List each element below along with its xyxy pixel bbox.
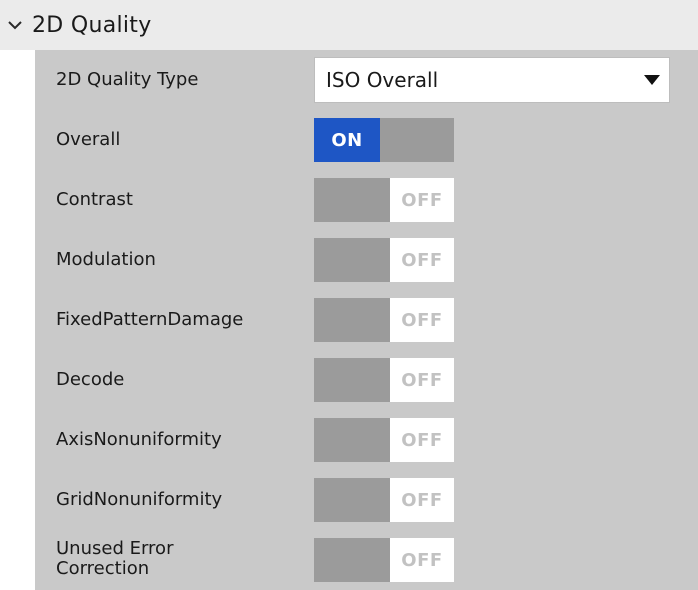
section-header-2d-quality[interactable]: 2D Quality	[0, 0, 698, 50]
decode-toggle[interactable]: OFF	[314, 358, 454, 402]
quality-settings-panel: 2D Quality Type ISO Overall Overall ON C…	[35, 50, 698, 590]
decode-label: Decode	[56, 369, 125, 390]
axis-nonuniformity-toggle[interactable]: OFF	[314, 418, 454, 462]
quality-type-label: 2D Quality Type	[56, 69, 199, 90]
toggle-off-text: OFF	[390, 298, 454, 342]
row-axis-nonuniformity: AxisNonuniformity OFF	[35, 410, 698, 470]
contrast-label: Contrast	[56, 189, 133, 210]
toggle-on-text: ON	[314, 118, 380, 162]
row-contrast: Contrast OFF	[35, 170, 698, 230]
triangle-down-icon[interactable]	[635, 57, 669, 103]
toggle-knob	[314, 478, 390, 522]
toggle-off-text: OFF	[390, 178, 454, 222]
grid-nonuniformity-toggle[interactable]: OFF	[314, 478, 454, 522]
quality-type-select[interactable]: ISO Overall	[314, 57, 670, 103]
row-decode: Decode OFF	[35, 350, 698, 410]
quality-type-value: ISO Overall	[326, 68, 439, 92]
toggle-knob	[314, 238, 390, 282]
toggle-off-text: OFF	[390, 538, 454, 582]
toggle-knob	[380, 118, 454, 162]
toggle-knob	[314, 538, 390, 582]
modulation-label: Modulation	[56, 249, 156, 270]
row-modulation: Modulation OFF	[35, 230, 698, 290]
toggle-knob	[314, 298, 390, 342]
toggle-knob	[314, 178, 390, 222]
overall-label: Overall	[56, 129, 121, 150]
row-fixed-pattern-damage: FixedPatternDamage OFF	[35, 290, 698, 350]
row-overall: Overall ON	[35, 110, 698, 170]
toggle-off-text: OFF	[390, 238, 454, 282]
toggle-knob	[314, 418, 390, 462]
toggle-off-text: OFF	[390, 418, 454, 462]
chevron-down-icon[interactable]	[0, 0, 30, 50]
toggle-off-text: OFF	[390, 478, 454, 522]
overall-toggle[interactable]: ON	[314, 118, 454, 162]
unused-error-correction-label: Unused Error Correction	[56, 538, 174, 579]
fixed-pattern-damage-label: FixedPatternDamage	[56, 309, 244, 330]
section-title: 2D Quality	[32, 12, 152, 38]
modulation-toggle[interactable]: OFF	[314, 238, 454, 282]
toggle-off-text: OFF	[390, 358, 454, 402]
row-quality-type: 2D Quality Type ISO Overall	[35, 50, 698, 110]
fixed-pattern-damage-toggle[interactable]: OFF	[314, 298, 454, 342]
grid-nonuniformity-label: GridNonuniformity	[56, 489, 223, 510]
axis-nonuniformity-label: AxisNonuniformity	[56, 429, 222, 450]
contrast-toggle[interactable]: OFF	[314, 178, 454, 222]
row-unused-error-correction: Unused Error Correction OFF	[35, 530, 698, 590]
unused-error-correction-toggle[interactable]: OFF	[314, 538, 454, 582]
toggle-knob	[314, 358, 390, 402]
row-grid-nonuniformity: GridNonuniformity OFF	[35, 470, 698, 530]
